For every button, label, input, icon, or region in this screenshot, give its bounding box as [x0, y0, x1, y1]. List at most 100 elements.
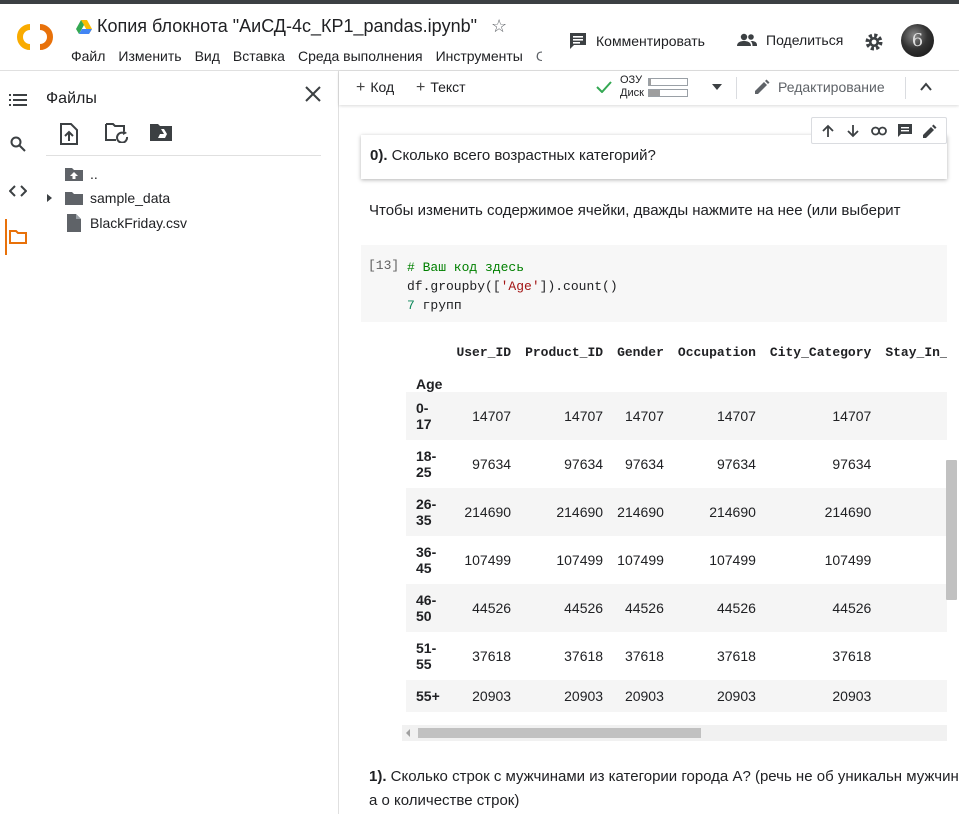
cell-output: User_ID Product_ID Gender Occupation Cit…: [406, 330, 947, 712]
rail-code-snippets[interactable]: [0, 173, 36, 209]
menu-tools[interactable]: Инструменты: [436, 48, 523, 64]
expand-arrow-icon[interactable]: [46, 193, 54, 203]
question-number: 0).: [370, 147, 388, 164]
table-cell: 44526: [624, 600, 664, 616]
table-cell: 37618: [832, 648, 872, 664]
tree-item-sample-data[interactable]: sample_data: [46, 190, 170, 206]
table-cell: 214690: [824, 504, 872, 520]
table-cell: [878, 536, 947, 584]
add-code-label: Код: [370, 79, 395, 95]
row-index: 55+: [416, 688, 440, 704]
menu-bar: Файл Изменить Вид Вставка Среда выполнен…: [71, 48, 542, 64]
chevron-up-icon[interactable]: [919, 80, 933, 94]
chevron-down-icon[interactable]: [712, 84, 722, 90]
drive-folder-icon: [150, 124, 172, 141]
rail-search[interactable]: [0, 126, 36, 162]
arrow-up-icon[interactable]: [821, 124, 835, 138]
table-cell: 37618: [716, 648, 756, 664]
tree-item-label: sample_data: [90, 190, 171, 206]
folder-icon: [9, 230, 27, 244]
edit-mode-button[interactable]: Редактирование: [754, 79, 885, 95]
google-drive-icon[interactable]: [76, 19, 92, 34]
share-button[interactable]: Поделиться: [737, 32, 843, 48]
menu-runtime[interactable]: Среда выполнения: [298, 48, 423, 64]
resources-labels: ОЗУ Диск: [620, 74, 644, 100]
scroll-left-arrow[interactable]: [406, 729, 410, 737]
scrollbar-thumb[interactable]: [418, 728, 701, 738]
table-cell: [878, 488, 947, 536]
menu-view[interactable]: Вид: [195, 48, 220, 64]
column-header: City_Category: [769, 345, 872, 360]
add-text-button[interactable]: + Текст: [416, 79, 466, 97]
table-cell: [878, 584, 947, 632]
table-body: 0- 17 14707 14707 14707 14707 14707 18- 25 9763…: [406, 392, 947, 712]
code-editor[interactable]: # Ваш код здесь df.groupby(['Age']).coun…: [407, 258, 618, 315]
column-header: Occupation: [677, 345, 756, 360]
comment-button[interactable]: Комментировать: [569, 32, 705, 50]
table-row: 46- 50 44526 44526 44526 44526 44526: [406, 584, 947, 632]
rail-toc[interactable]: [0, 82, 36, 118]
edit-hint-text[interactable]: Чтобы изменить содержимое ячейки, дважды…: [369, 202, 901, 219]
tree-item-parent[interactable]: ..: [65, 166, 98, 182]
file-icon: [67, 214, 81, 232]
files-divider: [46, 155, 321, 156]
avatar[interactable]: 6: [901, 24, 934, 57]
table-cell: 14707: [624, 408, 664, 424]
table-cell: 20903: [624, 688, 664, 704]
table-row: 0- 17 14707 14707 14707 14707 14707: [406, 392, 947, 440]
notebook-title[interactable]: Копия блокнота "АиСД-4с_КР1_pandas.ipynb…: [97, 16, 477, 37]
question-text: Сколько всего возрастных категорий?: [387, 147, 656, 164]
star-icon[interactable]: ☆: [491, 16, 507, 37]
search-icon: [10, 136, 26, 152]
menu-edit[interactable]: Изменить: [118, 48, 181, 64]
arrow-down-icon[interactable]: [846, 124, 860, 138]
close-icon[interactable]: [304, 85, 322, 103]
text-cell-question-1[interactable]: 1). Сколько строк с мужчинами из категор…: [369, 765, 959, 813]
tree-item-csv[interactable]: BlackFriday.csv: [67, 214, 187, 232]
code-number: 7: [407, 298, 415, 313]
table-cell: 44526: [832, 600, 872, 616]
row-index: 0- 17: [416, 400, 432, 432]
add-code-button[interactable]: + Код: [356, 79, 394, 97]
table-cell: 44526: [472, 600, 512, 616]
folder-icon: [65, 192, 83, 205]
mount-drive-button[interactable]: [150, 123, 195, 150]
code-cell[interactable]: [13] # Ваш код здесь df.groupby(['Age'])…: [361, 245, 947, 322]
upload-file-icon: [60, 123, 78, 145]
comment-icon[interactable]: [898, 123, 913, 138]
table-cell: [878, 632, 947, 680]
table-cell: [878, 392, 947, 440]
question-text: Сколько строк с мужчинами из категории г…: [369, 768, 959, 809]
table-cell: 14707: [716, 408, 756, 424]
table-cell: 107499: [617, 552, 664, 568]
comment-icon: [570, 33, 586, 49]
menu-insert[interactable]: Вставка: [233, 48, 285, 64]
vertical-scrollbar[interactable]: [946, 460, 957, 600]
table-cell: 20903: [472, 688, 512, 704]
pencil-icon[interactable]: [923, 124, 937, 138]
table-cell: 14707: [564, 408, 604, 424]
notebook-area: 0). Сколько всего возрастных категорий? …: [339, 105, 959, 814]
ram-bar-fill: [648, 78, 651, 85]
link-icon[interactable]: [871, 126, 887, 136]
table-cell: 37618: [564, 648, 604, 664]
colab-logo[interactable]: [12, 20, 58, 54]
table-cell: 214690: [556, 504, 604, 520]
upload-button[interactable]: [60, 123, 105, 150]
horizontal-scrollbar[interactable]: [402, 725, 947, 741]
refresh-button[interactable]: [105, 123, 150, 150]
table-of-contents-icon: [9, 94, 27, 106]
top-bar: Копия блокнота "АиСД-4с_КР1_pandas.ipynb…: [0, 0, 959, 70]
resources-indicator[interactable]: ОЗУ Диск: [596, 74, 688, 100]
table-cell: 14707: [472, 408, 512, 424]
menu-file[interactable]: Файл: [71, 48, 105, 64]
cell-toolbar: [811, 117, 947, 144]
row-index: 36- 45: [416, 544, 437, 576]
table-cell: 107499: [824, 552, 872, 568]
check-icon: [596, 81, 612, 93]
notebook-toolbar: + Код + Текст ОЗУ Диск Редактирование: [339, 71, 959, 105]
gear-icon[interactable]: [864, 32, 884, 52]
table-cell: [878, 680, 947, 712]
rail-files[interactable]: [0, 219, 36, 255]
table-row: 55+ 20903 20903 20903 20903 20903: [406, 680, 947, 712]
